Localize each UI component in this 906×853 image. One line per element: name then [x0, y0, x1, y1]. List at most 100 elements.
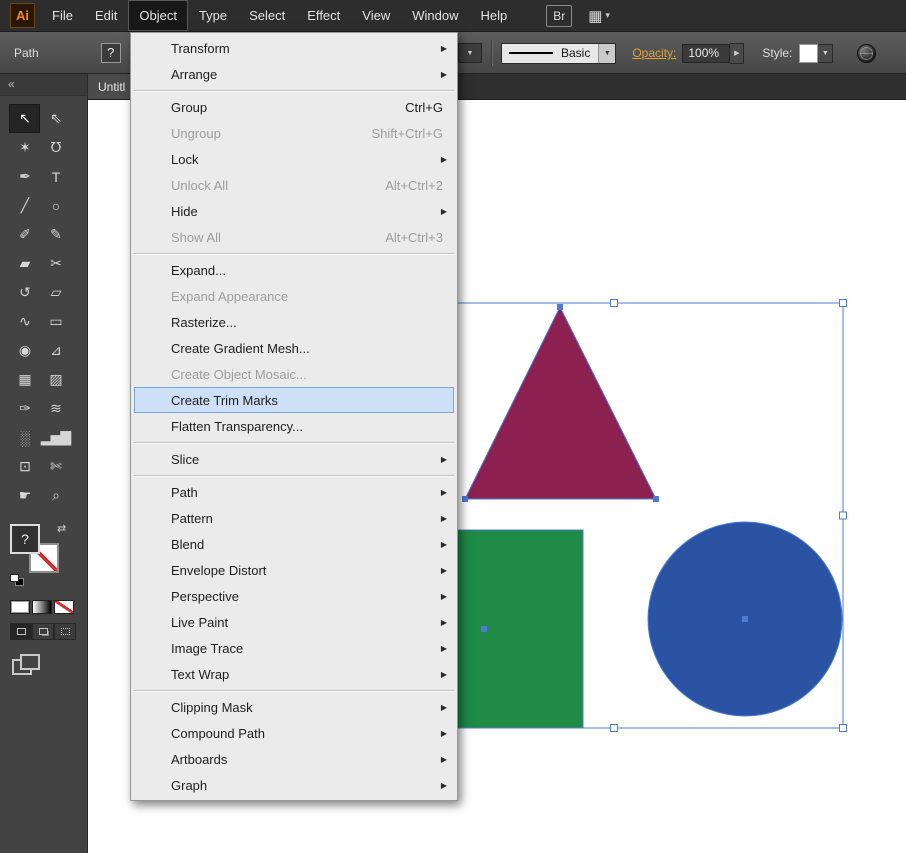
- menubar-item-window[interactable]: Window: [401, 0, 469, 31]
- go-to-bridge-button[interactable]: Br: [546, 5, 572, 27]
- free-transform-tool[interactable]: ▭: [40, 307, 71, 336]
- menu-item-arrange[interactable]: Arrange▶: [131, 61, 457, 87]
- ellipse-tool[interactable]: ○: [40, 191, 71, 220]
- menu-item-shortcut: Shift+Ctrl+G: [371, 126, 445, 141]
- color-button[interactable]: [10, 600, 30, 614]
- rotate-tool[interactable]: ↺: [9, 278, 40, 307]
- workspace-switcher[interactable]: ▦ ▾: [588, 7, 610, 25]
- menu-item-rasterize[interactable]: Rasterize...: [131, 309, 457, 335]
- menu-item-path[interactable]: Path▶: [131, 479, 457, 505]
- menu-item-blend[interactable]: Blend▶: [131, 531, 457, 557]
- anchor-point-square-center[interactable]: [481, 626, 487, 632]
- menu-item-pattern[interactable]: Pattern▶: [131, 505, 457, 531]
- menu-item-label: Envelope Distort: [171, 563, 266, 578]
- selection-handle-middle-right[interactable]: [840, 512, 847, 519]
- menu-item-flatten-transparency[interactable]: Flatten Transparency...: [131, 413, 457, 439]
- menu-item-group[interactable]: GroupCtrl+G: [131, 94, 457, 120]
- menu-item-text-wrap[interactable]: Text Wrap▶: [131, 661, 457, 687]
- lasso-tool[interactable]: ℧: [40, 133, 71, 162]
- gradient-button[interactable]: [32, 600, 52, 614]
- line-segment-tool[interactable]: ╱: [9, 191, 40, 220]
- opacity-input[interactable]: 100%: [682, 44, 730, 63]
- submenu-arrow-icon: ▶: [441, 592, 447, 601]
- scale-tool[interactable]: ▱: [40, 278, 71, 307]
- menu-item-compound-path[interactable]: Compound Path▶: [131, 720, 457, 746]
- draw-inside-button[interactable]: [54, 623, 76, 640]
- selection-handle-top-middle[interactable]: [611, 300, 618, 307]
- default-fill-stroke-icon[interactable]: [10, 574, 25, 587]
- none-button[interactable]: [54, 600, 74, 614]
- gradient-tool[interactable]: ▨: [40, 365, 71, 394]
- width-tool[interactable]: ∿: [9, 307, 40, 336]
- magic-wand-tool[interactable]: ✶: [9, 133, 40, 162]
- triangle-shape[interactable]: [465, 307, 656, 499]
- anchor-point-triangle-apex[interactable]: [557, 304, 563, 310]
- stroke-weight-dropdown-button[interactable]: ▼: [458, 43, 482, 63]
- zoom-tool[interactable]: ⌕: [40, 481, 71, 510]
- menu-item-create-trim-marks[interactable]: Create Trim Marks: [134, 387, 454, 413]
- menubar-item-view[interactable]: View: [351, 0, 401, 31]
- menu-item-slice[interactable]: Slice▶: [131, 446, 457, 472]
- menubar-item-type[interactable]: Type: [188, 0, 238, 31]
- scissors-tool[interactable]: ✂: [40, 249, 71, 278]
- selection-handle-bottom-right[interactable]: [840, 725, 847, 732]
- swap-fill-stroke-icon[interactable]: ⇄: [57, 522, 66, 535]
- menubar-item-select[interactable]: Select: [238, 0, 296, 31]
- panel-collapse-button[interactable]: «: [0, 74, 87, 96]
- menu-item-lock[interactable]: Lock▶: [131, 146, 457, 172]
- draw-normal-button[interactable]: [10, 623, 32, 640]
- paintbrush-tool[interactable]: ✐: [9, 220, 40, 249]
- direct-selection-tool[interactable]: ⇖: [40, 104, 71, 133]
- menu-item-create-gradient-mesh[interactable]: Create Gradient Mesh...: [131, 335, 457, 361]
- document-setup-globe-icon[interactable]: [857, 44, 876, 63]
- blend-tool[interactable]: ≋: [40, 394, 71, 423]
- controlbar-fill-indicator[interactable]: ?: [101, 43, 121, 63]
- menu-item-expand[interactable]: Expand...: [131, 257, 457, 283]
- selection-tool[interactable]: ↖: [9, 104, 40, 133]
- menu-item-hide[interactable]: Hide▶: [131, 198, 457, 224]
- menu-item-graph[interactable]: Graph▶: [131, 772, 457, 798]
- menu-item-live-paint[interactable]: Live Paint▶: [131, 609, 457, 635]
- opacity-link[interactable]: Opacity:: [632, 46, 676, 60]
- perspective-grid-tool[interactable]: ⊿: [40, 336, 71, 365]
- opacity-spinner-button[interactable]: ▶: [730, 43, 744, 64]
- menu-item-image-trace[interactable]: Image Trace▶: [131, 635, 457, 661]
- menu-item-transform[interactable]: Transform▶: [131, 35, 457, 61]
- submenu-arrow-icon: ▶: [441, 155, 447, 164]
- menubar-item-file[interactable]: File: [41, 0, 84, 31]
- type-tool[interactable]: T: [40, 162, 71, 191]
- column-graph-tool[interactable]: ▂▅▇: [40, 423, 71, 452]
- graphic-style-dropdown-button[interactable]: ▼: [818, 44, 833, 63]
- anchor-point-circle-center[interactable]: [742, 616, 748, 622]
- stroke-style-select[interactable]: Basic ▼: [501, 43, 616, 64]
- eyedropper-tool[interactable]: ✑: [9, 394, 40, 423]
- fill-swatch[interactable]: ?: [10, 524, 40, 554]
- shape-builder-tool[interactable]: ◉: [9, 336, 40, 365]
- mesh-tool[interactable]: ▦: [9, 365, 40, 394]
- menu-item-envelope-distort[interactable]: Envelope Distort▶: [131, 557, 457, 583]
- anchor-point-triangle-right[interactable]: [653, 496, 659, 502]
- hand-tool[interactable]: ☛: [9, 481, 40, 510]
- menubar-item-effect[interactable]: Effect: [296, 0, 351, 31]
- menubar-item-edit[interactable]: Edit: [84, 0, 128, 31]
- menu-item-perspective[interactable]: Perspective▶: [131, 583, 457, 609]
- draw-behind-button[interactable]: [32, 623, 54, 640]
- graphic-style-swatch[interactable]: [799, 44, 818, 63]
- symbol-sprayer-tool[interactable]: ░: [9, 423, 40, 452]
- selection-handle-top-right[interactable]: [840, 300, 847, 307]
- slice-tool[interactable]: ✄: [40, 452, 71, 481]
- menu-item-label: Rasterize...: [171, 315, 237, 330]
- menu-item-clipping-mask[interactable]: Clipping Mask▶: [131, 694, 457, 720]
- artboard-tool[interactable]: ⊡: [9, 452, 40, 481]
- eraser-tool[interactable]: ▰: [9, 249, 40, 278]
- change-screen-mode-button[interactable]: [12, 654, 40, 674]
- chevron-down-icon: ▾: [605, 10, 610, 21]
- selection-handle-bottom-middle[interactable]: [611, 725, 618, 732]
- menubar-item-object[interactable]: Object: [128, 0, 188, 31]
- pencil-tool[interactable]: ✎: [40, 220, 71, 249]
- chevron-down-icon[interactable]: ▼: [598, 44, 615, 63]
- menu-item-artboards[interactable]: Artboards▶: [131, 746, 457, 772]
- anchor-point-triangle-left[interactable]: [462, 496, 468, 502]
- pen-tool[interactable]: ✒: [9, 162, 40, 191]
- menubar-item-help[interactable]: Help: [469, 0, 518, 31]
